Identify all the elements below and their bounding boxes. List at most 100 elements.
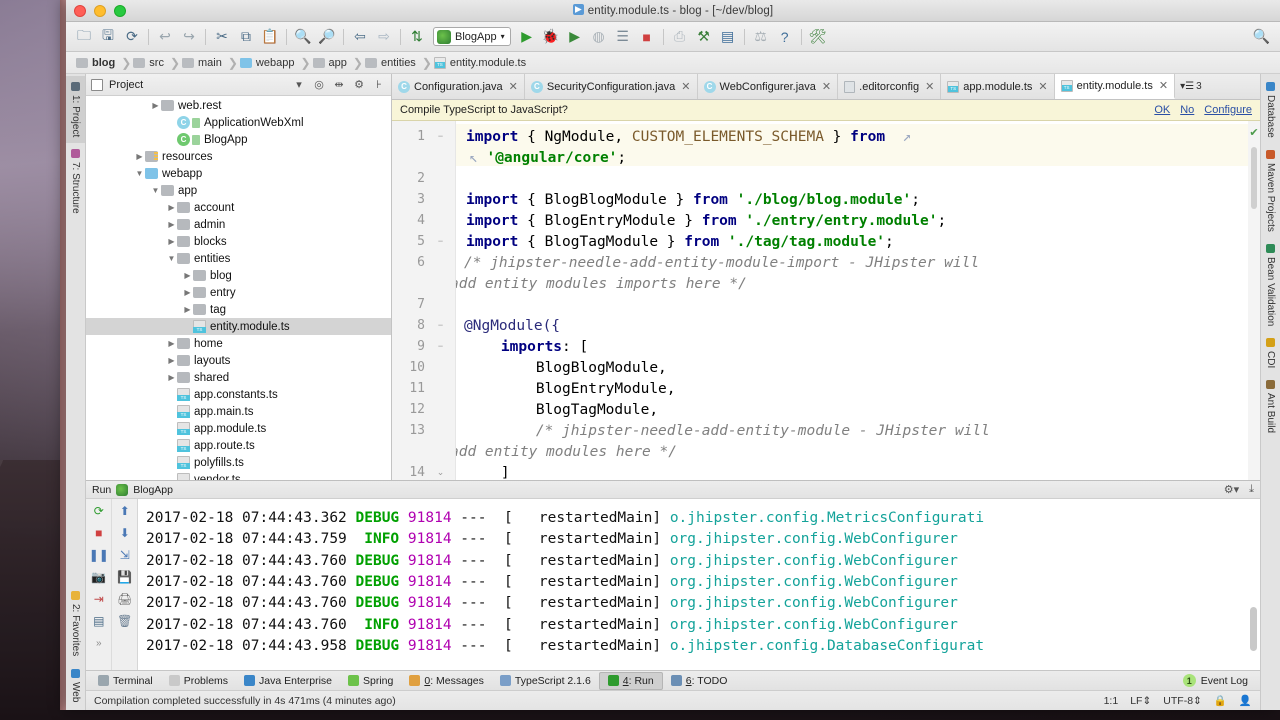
- chevron-right-icon[interactable]: ▶: [150, 101, 161, 110]
- chevron-right-icon[interactable]: ▶: [182, 305, 193, 314]
- chevron-right-icon[interactable]: ▶: [166, 339, 177, 348]
- tool-window-button-typescript-2-1-6[interactable]: TypeScript 2.1.6: [492, 672, 599, 690]
- breadcrumb-item[interactable]: blog: [74, 57, 121, 69]
- chevron-right-icon[interactable]: ▶: [134, 152, 145, 161]
- collapse-all-icon[interactable]: ⇹: [332, 78, 346, 91]
- debug-icon[interactable]: 🐞: [539, 25, 563, 49]
- console-scrollbar-thumb[interactable]: [1250, 607, 1257, 651]
- tool-window-tab-1-project[interactable]: 1: Project: [66, 76, 85, 143]
- code-editor[interactable]: 1234567891011121314−−−−⌄ import { NgModu…: [392, 121, 1260, 480]
- tree-node[interactable]: ▶account: [86, 199, 391, 216]
- tree-node[interactable]: app.main.ts: [86, 403, 391, 420]
- navigate-back-icon[interactable]: ⇦: [348, 25, 372, 49]
- tree-node[interactable]: ▶web.rest: [86, 97, 391, 114]
- chevron-right-icon[interactable]: ▶: [182, 288, 193, 297]
- find-replace-icon[interactable]: 🔎: [315, 25, 339, 49]
- chevron-right-icon[interactable]: ▶: [182, 271, 193, 280]
- tool-window-button-terminal[interactable]: Terminal: [90, 672, 161, 690]
- stop-icon[interactable]: ■: [90, 524, 108, 542]
- tool-window-button-6-todo[interactable]: 6: TODO: [663, 672, 736, 690]
- settings-icon[interactable]: 🛠: [806, 25, 830, 49]
- cut-icon[interactable]: ✂: [210, 25, 234, 49]
- tree-node[interactable]: vendor.ts: [86, 471, 391, 480]
- breadcrumb-item[interactable]: main: [180, 57, 228, 69]
- structure-icon[interactable]: ▤: [716, 25, 740, 49]
- tool-window-tab-7-structure[interactable]: 7: Structure: [66, 143, 85, 220]
- chevron-right-icon[interactable]: ▶: [166, 203, 177, 212]
- notification-ok-link[interactable]: OK: [1154, 104, 1170, 116]
- editor-gutter[interactable]: 1234567891011121314−−−−⌄: [392, 121, 456, 480]
- stop-icon[interactable]: ■: [635, 25, 659, 49]
- chevron-down-icon[interactable]: ▼: [134, 169, 145, 178]
- notification-no-link[interactable]: No: [1180, 104, 1194, 116]
- tree-node[interactable]: ▶blog: [86, 267, 391, 284]
- tree-node[interactable]: ▼app: [86, 182, 391, 199]
- redo-icon[interactable]: ↪: [177, 25, 201, 49]
- code-folding-toggle[interactable]: −: [436, 321, 445, 330]
- exit-icon[interactable]: ⇥: [90, 590, 108, 608]
- editor-tab[interactable]: CWebConfigurer.java✕: [698, 74, 839, 99]
- line-separator[interactable]: LF⇕: [1130, 695, 1151, 707]
- tool-window-button-0-messages[interactable]: 0: Messages: [401, 672, 492, 690]
- layout-settings-icon[interactable]: ▤: [90, 612, 108, 630]
- save-output-icon[interactable]: 💾: [116, 568, 134, 586]
- chevron-right-icon[interactable]: ▶: [166, 237, 177, 246]
- save-all-icon[interactable]: 🖫: [96, 25, 120, 49]
- coverage-icon[interactable]: ▶: [563, 25, 587, 49]
- breadcrumb-item[interactable]: entity.module.ts: [432, 57, 532, 69]
- tree-node[interactable]: ▶admin: [86, 216, 391, 233]
- tree-node[interactable]: ▶resources: [86, 148, 391, 165]
- scroll-down-icon[interactable]: ⬇: [116, 524, 134, 542]
- tool-window-button-problems[interactable]: Problems: [161, 672, 236, 690]
- event-log-button[interactable]: 1Event Log: [1183, 674, 1256, 687]
- tree-node[interactable]: ▼webapp: [86, 165, 391, 182]
- breadcrumb-item[interactable]: webapp: [238, 57, 301, 69]
- chevron-down-icon[interactable]: ▼: [150, 186, 161, 195]
- tree-node[interactable]: app.module.ts: [86, 420, 391, 437]
- pin-icon[interactable]: ⤓: [1249, 483, 1254, 496]
- tool-window-button-spring[interactable]: Spring: [340, 672, 401, 690]
- editor-tab[interactable]: CSecurityConfiguration.java✕: [525, 74, 698, 99]
- layout-icon[interactable]: ⚖: [749, 25, 773, 49]
- chevron-right-icon[interactable]: ▶: [166, 220, 177, 229]
- navigate-forward-icon[interactable]: ⇨: [372, 25, 396, 49]
- sync-icon[interactable]: ⟳: [120, 25, 144, 49]
- tree-node[interactable]: CBlogApp: [86, 131, 391, 148]
- editor-scrollbar-thumb[interactable]: [1251, 147, 1257, 209]
- breadcrumb-item[interactable]: entities: [363, 57, 422, 69]
- tree-node[interactable]: ▶tag: [86, 301, 391, 318]
- editor-tab[interactable]: app.module.ts✕: [941, 74, 1054, 99]
- scroll-up-icon[interactable]: ⬆: [116, 502, 134, 520]
- caret-position[interactable]: 1:1: [1104, 695, 1119, 707]
- chevron-right-icon[interactable]: ▶: [166, 373, 177, 382]
- close-icon[interactable]: ✕: [1159, 79, 1168, 92]
- settings-gear-icon[interactable]: ⚙: [352, 78, 366, 91]
- chevron-right-icon[interactable]: ▶: [166, 356, 177, 365]
- breadcrumb-item[interactable]: src: [131, 57, 170, 69]
- tree-node[interactable]: ▶entry: [86, 284, 391, 301]
- tree-node[interactable]: ▶shared: [86, 369, 391, 386]
- print-icon[interactable]: 🖨: [116, 590, 134, 608]
- run-configuration-selector[interactable]: BlogApp ▾: [433, 27, 511, 46]
- code-folding-toggle[interactable]: −: [436, 237, 445, 246]
- notification-configure-link[interactable]: Configure: [1204, 104, 1252, 116]
- editor-tab[interactable]: entity.module.ts✕: [1055, 74, 1175, 99]
- tool-window-tab-2-favorites[interactable]: 2: Favorites: [66, 585, 85, 662]
- close-icon[interactable]: ✕: [681, 80, 690, 93]
- pause-icon[interactable]: ❚❚: [90, 546, 108, 564]
- tool-window-tab-bean-validation[interactable]: Bean Validation: [1261, 238, 1280, 332]
- close-icon[interactable]: ✕: [1038, 80, 1047, 93]
- file-encoding[interactable]: UTF-8⇕: [1163, 695, 1202, 707]
- run-icon[interactable]: ▶: [515, 25, 539, 49]
- chevron-down-icon[interactable]: ▼: [166, 254, 177, 263]
- tool-window-tab-web[interactable]: Web: [66, 663, 85, 708]
- build-tools-icon[interactable]: ⚒: [692, 25, 716, 49]
- more-icon[interactable]: »: [90, 634, 108, 652]
- find-icon[interactable]: 🔍: [291, 25, 315, 49]
- tool-window-tab-ant-build[interactable]: Ant Build: [1261, 374, 1280, 439]
- code-folding-toggle[interactable]: ⌄: [436, 468, 445, 477]
- rerun-icon[interactable]: ⟳: [90, 502, 108, 520]
- code-folding-toggle[interactable]: −: [436, 342, 445, 351]
- tool-window-button-java-enterprise[interactable]: Java Enterprise: [236, 672, 340, 690]
- search-everywhere-icon[interactable]: 🔍: [1253, 28, 1270, 45]
